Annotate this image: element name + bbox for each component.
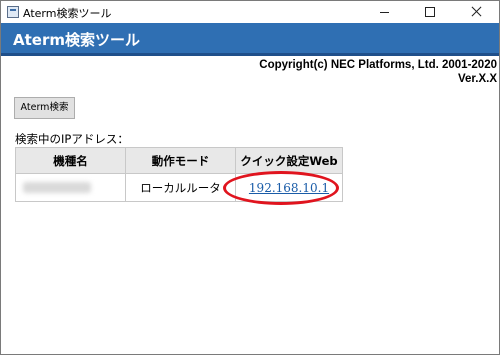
title-bar: Aterm検索ツール — [1, 1, 499, 23]
app-window: Aterm検索ツール Aterm検索ツール Copyright(c) NEC P… — [0, 0, 500, 355]
model-name-cell — [15, 173, 126, 202]
window-title: Aterm検索ツール — [23, 7, 112, 20]
table-row: ローカルルータ 192.168.10.1 — [15, 173, 343, 202]
aterm-search-button[interactable]: Aterm検索 — [14, 97, 75, 119]
quick-setup-web-cell: 192.168.10.1 — [235, 173, 343, 202]
searching-ip-label: 検索中のIPアドレス： — [15, 132, 129, 146]
operation-mode-cell: ローカルルータ — [125, 173, 236, 202]
maximize-button[interactable] — [407, 1, 453, 23]
quick-setup-ip-link[interactable]: 192.168.10.1 — [249, 181, 329, 195]
copyright-text: Copyright(c) NEC Platforms, Ltd. 2001-20… — [259, 59, 497, 71]
column-header-mode: 動作モード — [125, 147, 236, 174]
table-header-row: 機種名 動作モード クイック設定Web — [15, 147, 343, 174]
results-table: 機種名 動作モード クイック設定Web ローカルルータ 192.168.10.1 — [15, 147, 343, 202]
close-button[interactable] — [453, 1, 499, 23]
blurred-model-name — [23, 182, 91, 193]
version-text: Ver.X.X — [457, 73, 497, 85]
column-header-model: 機種名 — [15, 147, 126, 174]
app-icon — [7, 6, 19, 18]
column-header-quick-setup-web: クイック設定Web — [235, 147, 343, 174]
app-header-title: Aterm検索ツール — [13, 31, 140, 49]
app-header: Aterm検索ツール — [1, 23, 499, 56]
minimize-button[interactable] — [361, 1, 407, 23]
